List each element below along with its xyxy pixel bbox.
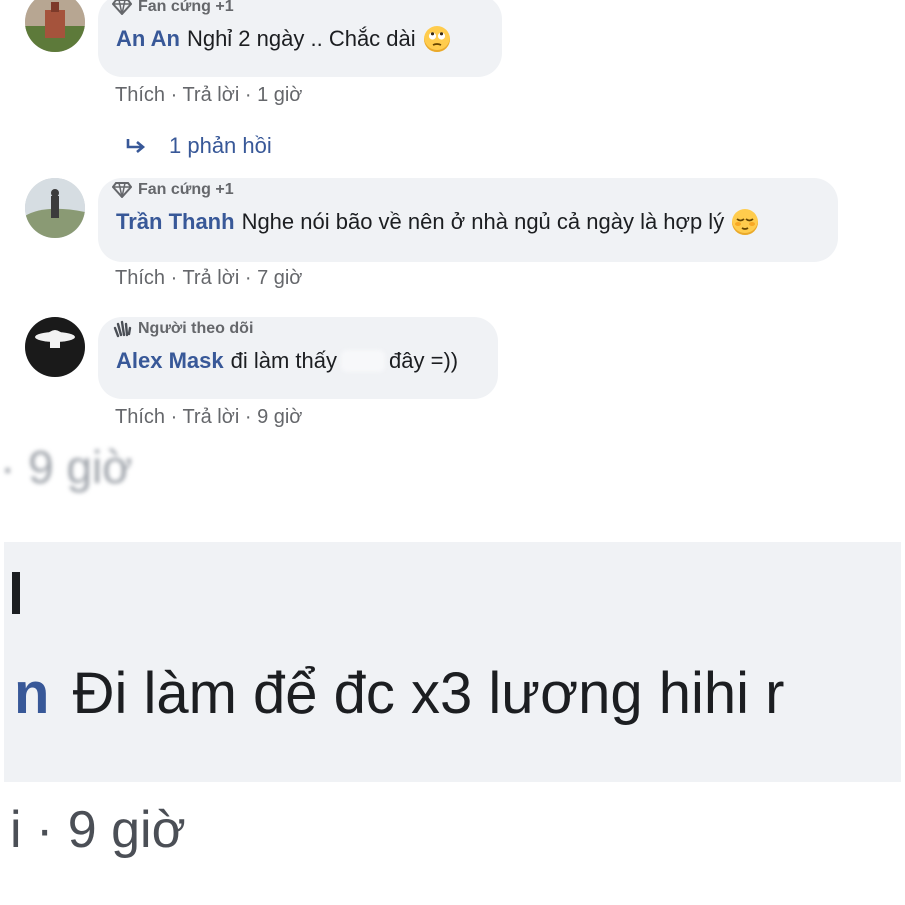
like-link[interactable]: Thích xyxy=(115,267,165,289)
comment-text: Trần Thanh Nghe nói bão về nên ở nhà ngủ… xyxy=(116,209,759,235)
diamond-icon xyxy=(112,0,132,15)
fan-badge: Fan cứng +1 xyxy=(112,0,234,16)
author-name[interactable]: Alex Mask xyxy=(116,348,224,374)
zoom-cropped-glyph xyxy=(12,572,20,614)
reply-link[interactable]: Trả lời xyxy=(182,406,239,428)
zoom-comment-bubble: n Đi làm để đc x3 lương hihi r xyxy=(4,542,901,782)
reply-link[interactable]: Trả lời xyxy=(182,84,239,106)
waving-hand-icon xyxy=(113,320,132,338)
view-replies-link[interactable]: 1 phản hồi xyxy=(125,133,272,159)
comment-text: Alex Mask đi làm thấy đây =)) xyxy=(116,348,458,374)
comment-body-end: đây =)) xyxy=(389,348,459,373)
timestamp[interactable]: 7 giờ xyxy=(257,267,302,289)
avatar-hat-silhouette-image xyxy=(25,317,85,377)
fan-badge: Fan cứng +1 xyxy=(112,181,234,199)
comment-body: Nghỉ 2 ngày .. Chắc dài xyxy=(186,26,416,51)
comment-bubble: Fan cứng +1 An An Nghỉ 2 ngày .. Chắc dà… xyxy=(98,0,502,77)
comment-bubble: Người theo dõi Alex Mask đi làm thấy đây… xyxy=(98,317,498,399)
avatar-windmill-image xyxy=(25,0,85,52)
comment-body-start: đi làm thấy xyxy=(230,348,338,373)
follower-badge: Người theo dõi xyxy=(112,320,253,338)
like-link[interactable]: Thích xyxy=(115,406,165,428)
comment-actions: Thích · Trả lời · 7 giờ xyxy=(115,267,303,289)
zoom-author-fragment: n xyxy=(14,661,50,726)
timestamp[interactable]: 9 giờ xyxy=(257,406,302,428)
diamond-icon xyxy=(112,182,132,198)
like-link[interactable]: Thích xyxy=(115,84,165,106)
rolling-eyes-emoji-icon xyxy=(423,26,450,52)
comment-body: Nghe nói bão về nên ở nhà ngủ cả ngày là… xyxy=(241,209,725,234)
avatar[interactable] xyxy=(25,0,85,52)
reply-link[interactable]: Trả lời xyxy=(182,267,239,289)
comment-actions: Thích · Trả lời · 1 giờ xyxy=(115,84,303,106)
avatar[interactable] xyxy=(25,317,85,377)
zoomed-comment-crop: · 9 giờ n Đi làm để đc x3 lương hihi r i… xyxy=(0,440,905,905)
zoom-comment-text: n Đi làm để đc x3 lương hihi r xyxy=(14,660,784,727)
censored-word xyxy=(341,350,386,372)
zoom-comment-actions: i · 9 giờ xyxy=(10,801,186,859)
badge-label: Fan cứng +1 xyxy=(138,181,234,198)
comment-text: An An Nghỉ 2 ngày .. Chắc dài xyxy=(116,26,450,52)
comment-actions: Thích · Trả lời · 9 giờ xyxy=(115,406,303,428)
replies-count[interactable]: 1 phản hồi xyxy=(169,133,272,159)
comment-bubble: Fan cứng +1 Trần Thanh Nghe nói bão về n… xyxy=(98,178,838,262)
zoom-comment-body: Đi làm để đc x3 lương hihi r xyxy=(72,661,785,726)
reply-arrow-icon xyxy=(126,139,146,153)
badge-label: Người theo dõi xyxy=(138,320,254,337)
zoom-blurred-fragment: · 9 giờ xyxy=(0,441,133,493)
author-name[interactable]: Trần Thanh xyxy=(116,209,235,235)
avatar[interactable] xyxy=(25,178,85,238)
author-name[interactable]: An An xyxy=(116,26,180,52)
avatar-landscape-image xyxy=(25,178,85,238)
relieved-emoji-icon xyxy=(732,209,759,235)
timestamp[interactable]: 1 giờ xyxy=(257,84,302,106)
badge-label: Fan cứng +1 xyxy=(138,0,234,15)
